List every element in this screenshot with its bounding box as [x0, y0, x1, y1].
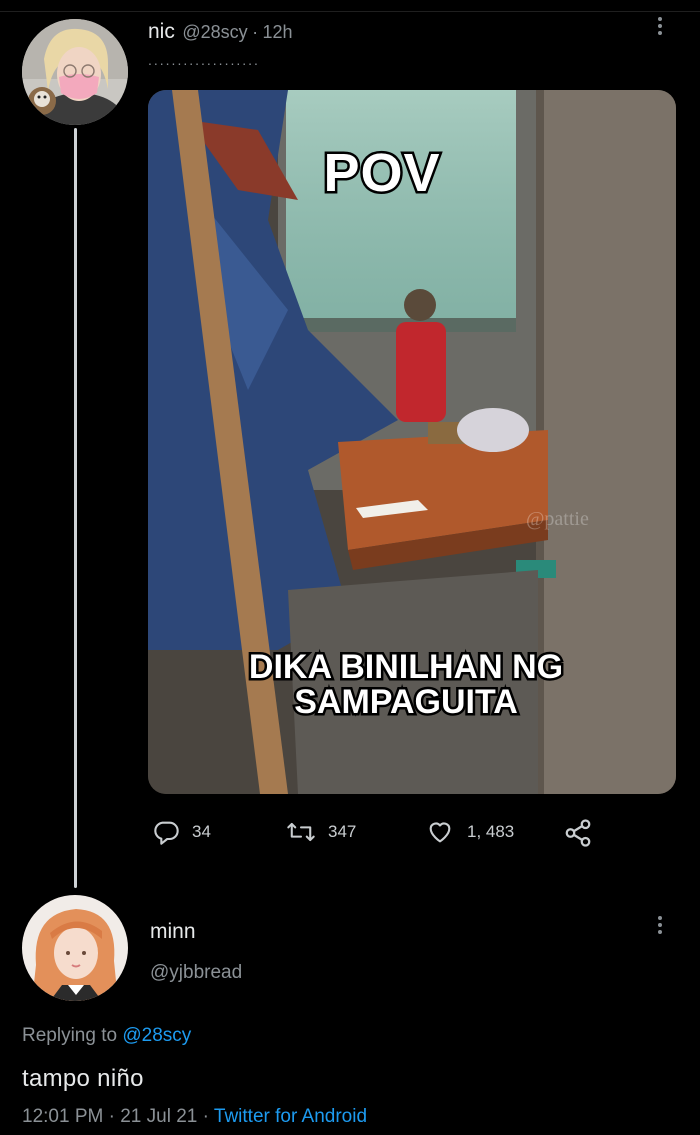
reply-action[interactable]: 34: [152, 818, 211, 846]
author-handle[interactable]: @28scy: [182, 22, 247, 42]
meme-caption: DIKA BINILHAN NG SAMPAGUITA: [148, 647, 670, 722]
thread-connector-line: [74, 128, 77, 888]
avatar-minn[interactable]: [22, 895, 128, 1001]
like-count: 1, 483: [467, 822, 515, 841]
tweet-media-image[interactable]: POV @pattie DIKA BINILHAN NG SAMPAGUITA: [148, 90, 676, 794]
top-divider: [0, 11, 700, 12]
replying-to-label: Replying to: [22, 1025, 118, 1046]
reply-more-options-icon[interactable]: [657, 913, 663, 937]
reply-date: 21 Jul 21: [120, 1106, 198, 1127]
caption-line-2: SAMPAGUITA: [292, 682, 521, 722]
meta-separator-1: ·: [108, 1106, 115, 1127]
reply-source-link[interactable]: Twitter for Android: [214, 1106, 367, 1127]
reply-icon: [154, 821, 179, 845]
like-action[interactable]: 1, 483: [425, 818, 514, 846]
more-options-icon[interactable]: [657, 14, 663, 38]
retweet-count: 347: [328, 822, 357, 841]
avatar-nic[interactable]: [22, 19, 128, 125]
caption-line-1: DIKA BINILHAN NG: [246, 647, 565, 687]
reply-meta: 12:01 PM · 21 Jul 21 · Twitter for Andro…: [22, 1106, 367, 1128]
avatar-image: [22, 895, 128, 1001]
author-name[interactable]: nic: [148, 20, 175, 43]
meme-top-text: POV: [321, 141, 442, 206]
tweet-dotted-text: ...................: [148, 52, 260, 68]
meta-separator-2: ·: [202, 1106, 209, 1127]
retweet-action[interactable]: 347: [286, 818, 356, 846]
share-icon: [565, 819, 591, 847]
avatar-image: [22, 19, 128, 125]
replying-to-line: Replying to @28scy: [22, 1025, 191, 1047]
reply-time: 12:01 PM: [22, 1106, 104, 1127]
heart-icon: [429, 822, 451, 843]
watermark: @pattie: [526, 508, 589, 530]
header-separator: ·: [252, 22, 259, 42]
replying-to-handle[interactable]: @28scy: [122, 1025, 191, 1046]
reply-author-name[interactable]: minn: [150, 920, 196, 944]
tweet-time[interactable]: 12h: [263, 22, 293, 42]
reply-count: 34: [192, 822, 211, 841]
share-action[interactable]: [563, 818, 593, 848]
tweet-header: nic @28scy · 12h: [148, 20, 293, 44]
retweet-icon: [287, 822, 315, 842]
reply-text: tampo niño: [22, 1065, 144, 1092]
reply-author-handle[interactable]: @yjbbread: [150, 962, 242, 984]
